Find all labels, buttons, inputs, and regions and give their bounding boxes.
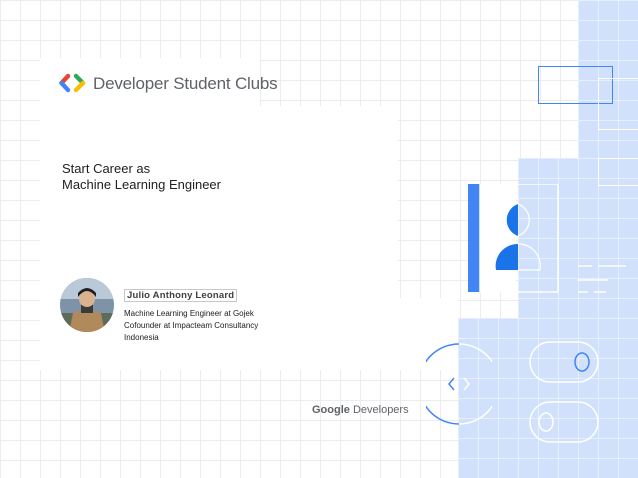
google-developers-logo: Google Developers [312,404,409,416]
slide-title-line: Start Career as [62,161,151,176]
person-card-illustration [468,184,559,293]
code-brackets-icon [426,343,492,425]
decor-white-frame [598,78,638,130]
decor-dash-lines [578,265,626,293]
speaker-role-line: Cofounder at Impacteam Consultancy [124,321,259,330]
speaker-info: Julio Anthony Leonard Machine Learning E… [124,285,258,344]
developers-wordmark: Developers [352,404,409,416]
slide-title-line: Machine Learning Engineer [62,177,221,192]
slide-title: Start Career as Machine Learning Enginee… [62,161,221,193]
toggle-switch-icons [529,341,599,443]
speaker-name: Julio Anthony Leonard [124,289,238,302]
decor-white-frame [598,158,638,186]
speaker-avatar [60,278,114,332]
brand-text: Developer Student Clubs [93,74,278,93]
google-wordmark: Google [312,404,350,416]
speaker-location: Indonesia [124,333,159,342]
dsc-logo-icon [59,73,86,93]
speaker-role-line: Machine Learning Engineer at Gojek [124,309,254,318]
